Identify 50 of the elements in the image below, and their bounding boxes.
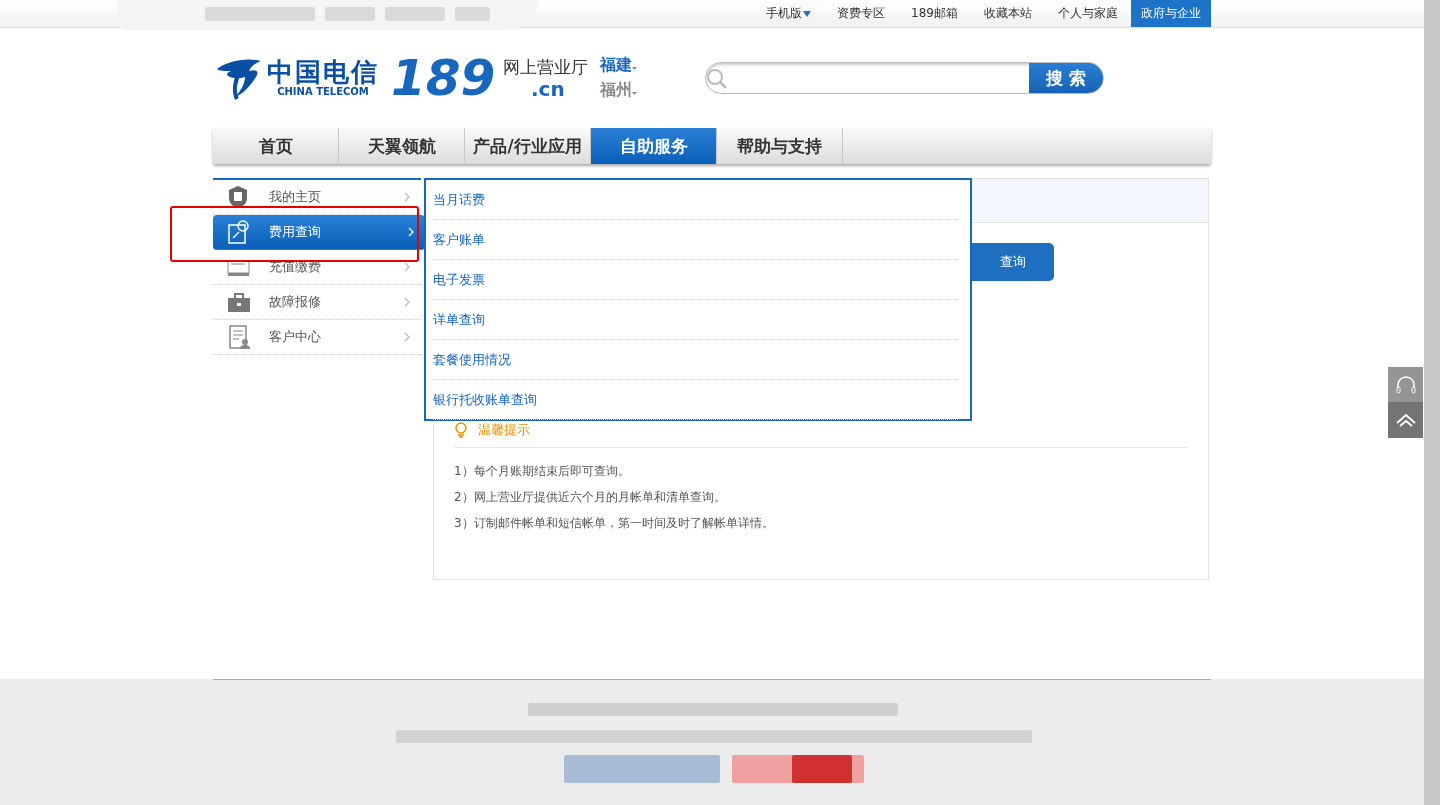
tip-text: 1）每个月账期结束后即可查询。 <box>454 463 631 480</box>
sidebar-item[interactable]: 故障报修 <box>213 285 421 320</box>
search-icon <box>706 67 728 89</box>
top-link[interactable]: 手机版 <box>753 0 825 27</box>
menu-item[interactable]: 客户账单 <box>433 220 958 260</box>
headset-icon <box>1394 374 1417 395</box>
city-selector[interactable]: 福州 <box>600 80 638 101</box>
back-to-top-button[interactable] <box>1388 402 1423 438</box>
search-button[interactable]: 搜 索 <box>1029 63 1104 93</box>
top-link[interactable]: 189邮箱 <box>898 0 971 27</box>
nav-tab[interactable]: 天翼领航 <box>339 128 465 164</box>
profile-document-icon <box>227 325 251 349</box>
menu-item[interactable]: 电子发票 <box>433 260 958 300</box>
magnifier-document-icon <box>227 220 251 244</box>
province-selector[interactable]: 福建 <box>600 55 638 76</box>
sidebar-item[interactable]: 费用查询 <box>213 215 425 250</box>
logo-subtitle: CHINA TELECOM <box>277 86 369 98</box>
chevron-right-icon <box>404 192 411 202</box>
chevron-right-icon <box>404 262 411 272</box>
caret-icon <box>803 10 812 17</box>
nav-tab[interactable]: 自助服务 <box>591 128 717 164</box>
nav-tab[interactable]: 首页 <box>213 128 339 164</box>
tip-title: 温馨提示 <box>478 421 530 439</box>
tip-text: 2）网上营业厅提供近六个月的月帐单和清单查询。 <box>454 489 727 506</box>
top-link[interactable]: 个人与家庭 <box>1045 0 1131 27</box>
lightbulb-icon <box>454 422 468 438</box>
logo-text: 中国电信 <box>267 58 379 86</box>
site-name: 网上营业厅 <box>503 56 589 78</box>
caret-icon <box>632 92 638 95</box>
search-field[interactable]: 搜 索 <box>705 62 1105 94</box>
customer-service-button[interactable] <box>1388 367 1423 402</box>
menu-item[interactable]: 套餐使用情况 <box>433 340 958 380</box>
caret-icon <box>632 67 638 70</box>
chevron-right-icon <box>408 227 415 237</box>
logo-domain: .cn <box>531 78 565 100</box>
chevron-up-icon <box>1394 411 1417 429</box>
nav-tab[interactable]: 帮助与支持 <box>717 128 843 164</box>
toolbox-icon <box>227 290 251 314</box>
chevron-right-icon <box>404 332 411 342</box>
menu-item[interactable]: 详单查询 <box>433 300 958 340</box>
logo-number: 189 <box>391 53 497 103</box>
top-link[interactable]: 资费专区 <box>824 0 899 27</box>
sidebar-item[interactable]: 客户中心 <box>213 320 421 355</box>
chevron-right-icon <box>404 297 411 307</box>
tip-text: 3）订制邮件帐单和短信帐单，第一时间及时了解帐单详情。 <box>454 515 775 532</box>
menu-item[interactable]: 当月话费 <box>433 180 958 220</box>
top-link[interactable]: 收藏本站 <box>971 0 1045 27</box>
top-link[interactable]: 政府与企业 <box>1131 0 1211 27</box>
menu-item[interactable]: 银行托收账单查询 <box>433 380 958 420</box>
query-button[interactable]: 查询 <box>972 243 1054 281</box>
